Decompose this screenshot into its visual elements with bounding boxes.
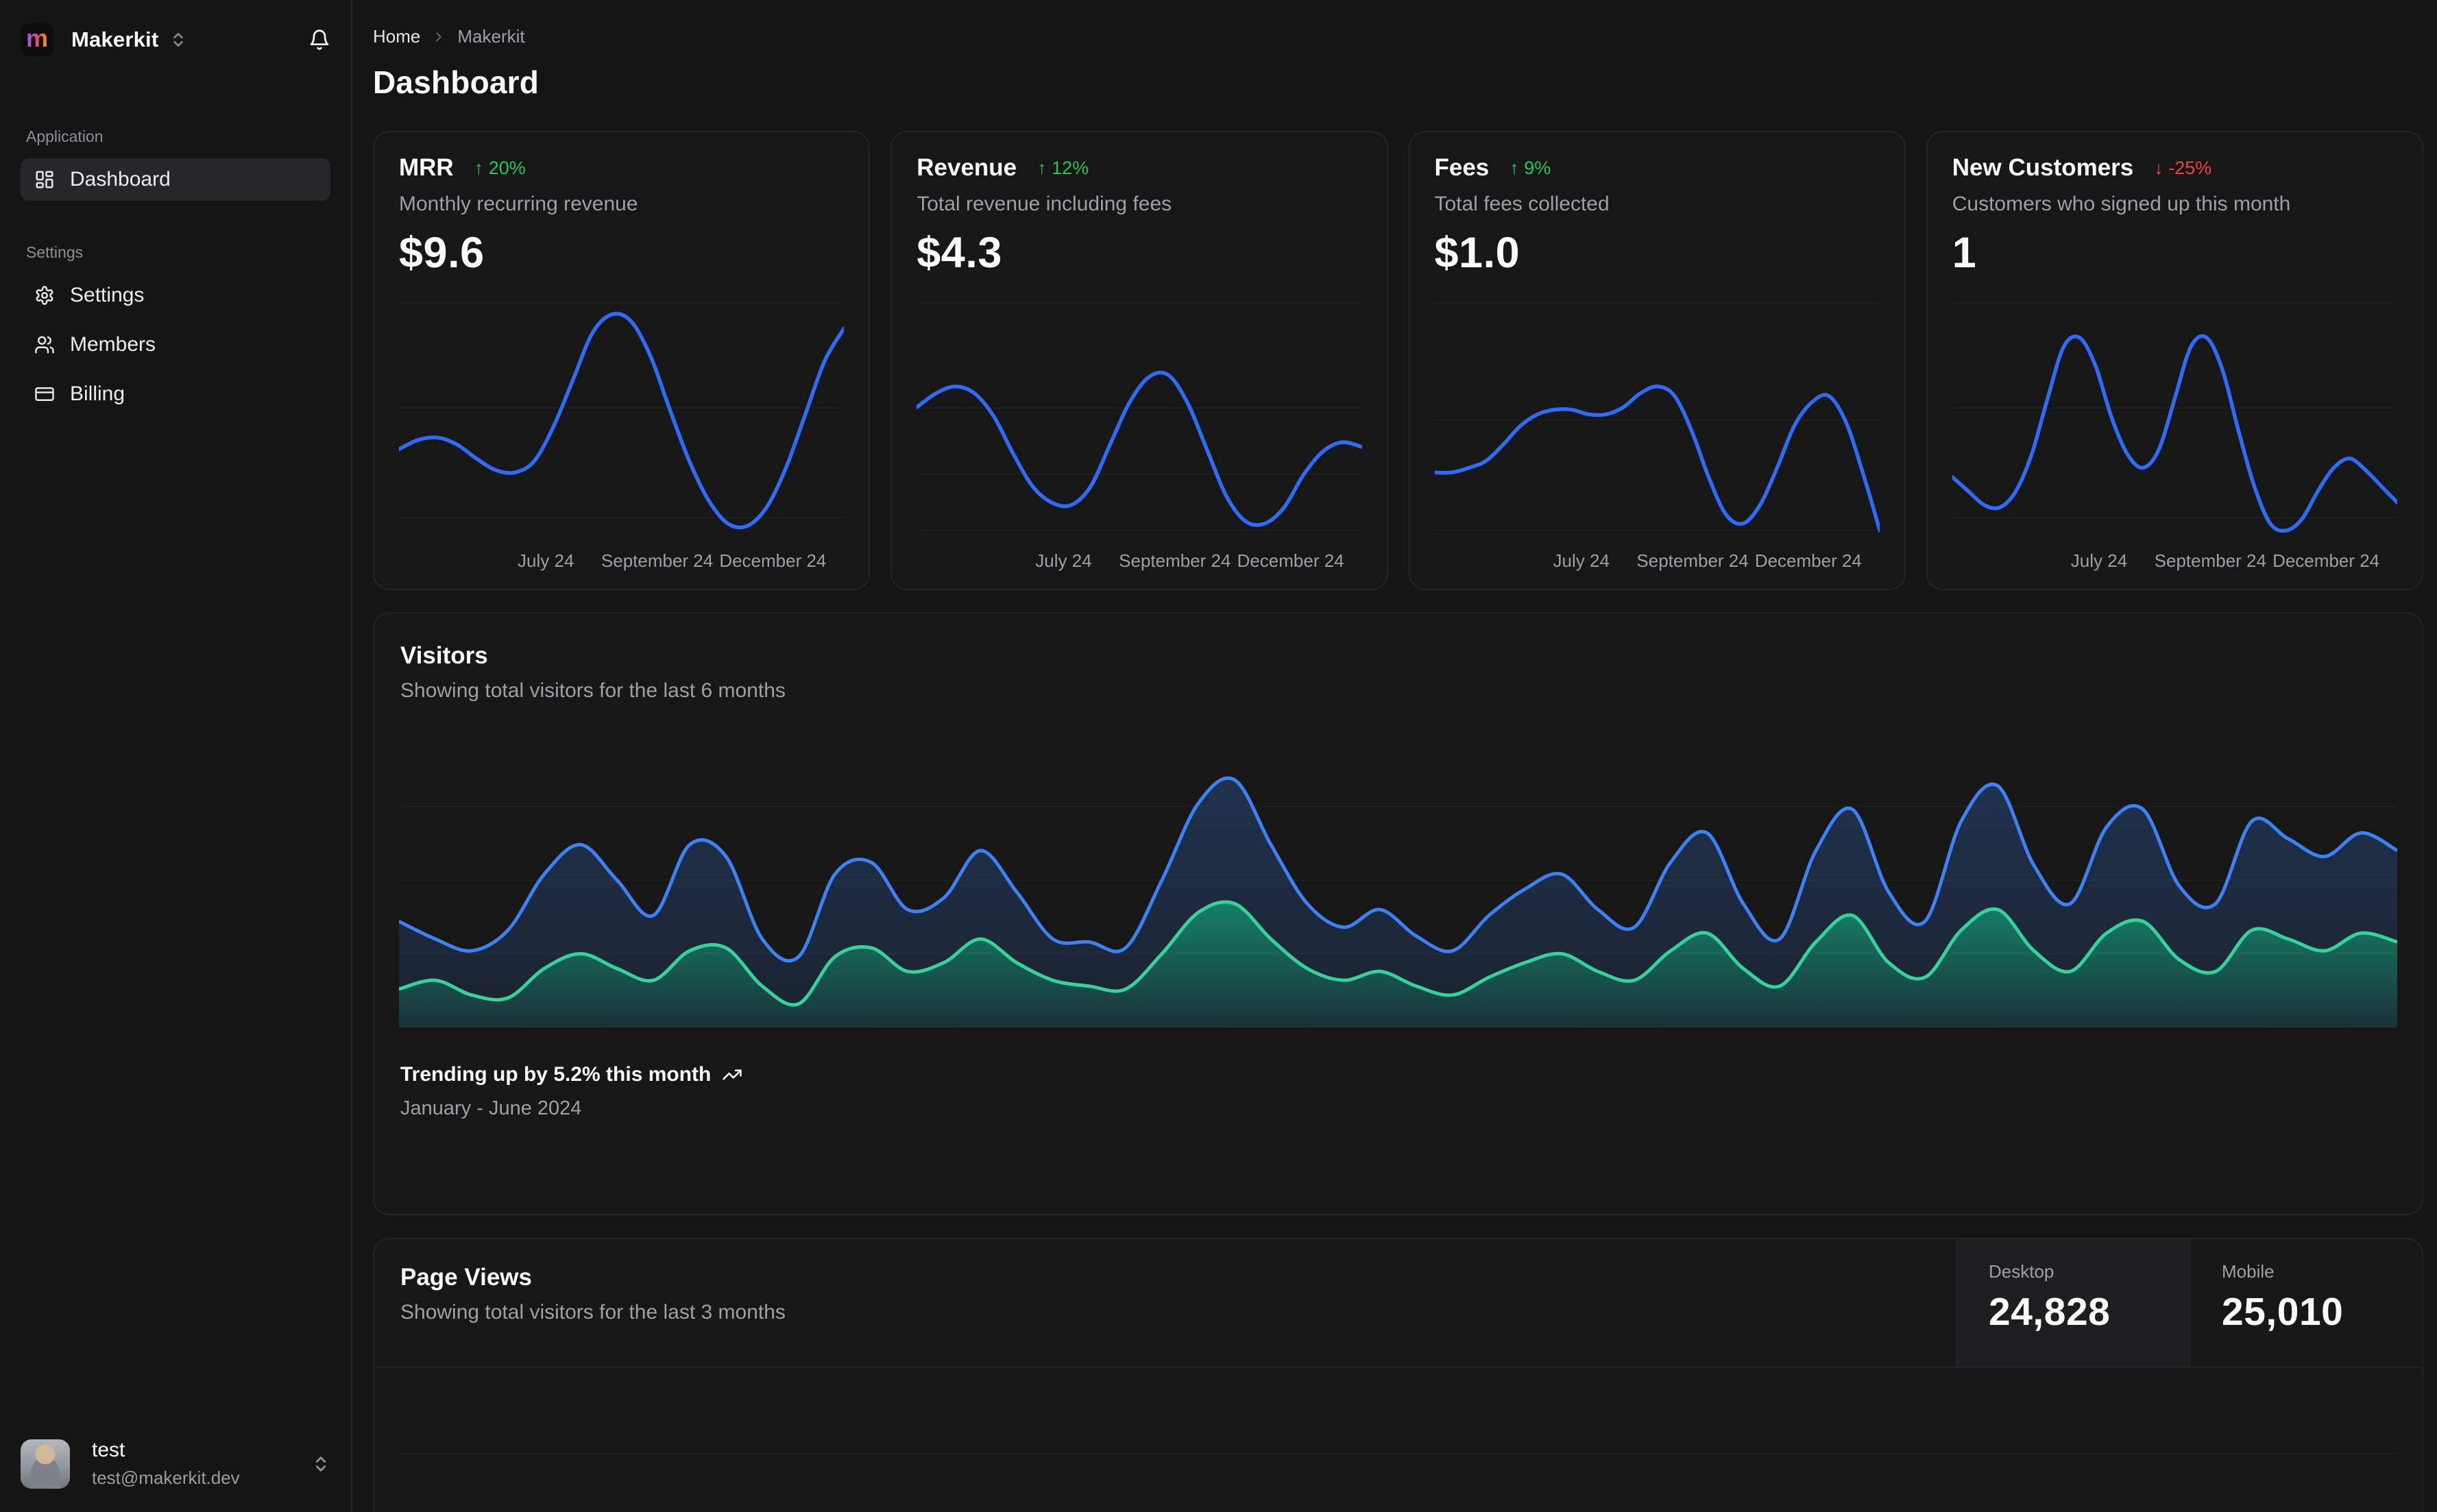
stat-value: $9.6: [399, 229, 485, 277]
visitors-title: Visitors: [400, 642, 488, 669]
x-tick: December 24: [1754, 550, 1862, 571]
user-name: test: [92, 1439, 125, 1461]
page-title: Dashboard: [373, 64, 539, 100]
stat-title: New Customers: [1952, 154, 2134, 181]
breadcrumb-home-link[interactable]: Home: [373, 26, 420, 47]
x-tick: July 24: [1553, 550, 1610, 571]
x-tick: September 24: [2154, 550, 2266, 571]
chevrons-up-down-icon: [311, 1454, 330, 1474]
x-tick: December 24: [719, 550, 827, 571]
chevrons-up-down-icon: [169, 31, 187, 49]
user-menu[interactable]: test test@makerkit.dev: [21, 1439, 330, 1489]
brand-logo: m: [21, 23, 53, 56]
user-avatar: [21, 1439, 70, 1489]
stat-card-revenue: Revenue ↑ 12% Total revenue including fe…: [890, 131, 1388, 590]
user-email: test@makerkit.dev: [92, 1467, 240, 1488]
revenue-sparkline-chart: [917, 298, 1361, 542]
x-tick: September 24: [1636, 550, 1749, 571]
visitors-trend-text: Trending up by 5.2% this month: [400, 1063, 712, 1086]
breadcrumb: Home Makerkit: [373, 26, 2423, 47]
toggle-mobile[interactable]: Mobile 25,010: [2189, 1239, 2422, 1367]
sparkline-x-axis: July 24 September 24 December 24: [1952, 546, 2397, 576]
stat-card-new-customers: New Customers ↓ -25% Customers who signe…: [1926, 131, 2423, 590]
toggle-value: 24,828: [1989, 1290, 2111, 1334]
stat-card-mrr: MRR ↑ 20% Monthly recurring revenue $9.6…: [373, 131, 871, 590]
visitors-area-chart: [399, 733, 2397, 1027]
stat-value: $1.0: [1434, 229, 1520, 277]
stat-title: MRR: [399, 154, 454, 181]
toggle-desktop[interactable]: Desktop 24,828: [1956, 1239, 2189, 1367]
visitors-card: Visitors Showing total visitors for the …: [373, 612, 2423, 1215]
sidebar-item-label: Dashboard: [70, 168, 171, 191]
nav-section-label-settings: Settings: [26, 243, 84, 261]
trend-badge: ↑ 9%: [1510, 157, 1551, 178]
stat-cards-row: MRR ↑ 20% Monthly recurring revenue $9.6…: [373, 131, 2423, 590]
sparkline-x-axis: July 24 September 24 December 24: [917, 546, 1361, 576]
toggle-value: 25,010: [2222, 1290, 2344, 1334]
sidebar: m Makerkit Application Dashboard Setting…: [0, 0, 352, 1512]
sidebar-item-dashboard[interactable]: Dashboard: [21, 158, 330, 201]
brand-logo-letter: m: [25, 24, 48, 52]
toggle-label: Mobile: [2222, 1261, 2275, 1282]
workspace-selector[interactable]: m Makerkit: [21, 21, 330, 59]
page-views-title: Page Views: [400, 1264, 532, 1291]
sidebar-item-settings[interactable]: Settings: [21, 274, 330, 317]
x-tick: September 24: [1119, 550, 1231, 571]
toggle-label: Desktop: [1989, 1261, 2054, 1282]
stat-title: Revenue: [917, 154, 1017, 181]
workspace-name: Makerkit: [71, 27, 159, 51]
users-icon: [34, 334, 55, 355]
visitors-date-range: January - June 2024: [400, 1097, 582, 1119]
trend-badge: ↑ 12%: [1037, 157, 1089, 178]
sparkline-x-axis: July 24 September 24 December 24: [399, 546, 844, 576]
nav-section-label-application: Application: [26, 127, 104, 145]
fees-sparkline-chart: [1435, 298, 1880, 542]
sidebar-item-label: Billing: [70, 382, 125, 405]
x-tick: July 24: [518, 550, 574, 571]
x-tick: December 24: [2272, 550, 2380, 571]
visitors-subtitle: Showing total visitors for the last 6 mo…: [400, 679, 786, 702]
page-views-subtitle: Showing total visitors for the last 3 mo…: [400, 1301, 786, 1324]
stat-subtitle: Total fees collected: [1434, 193, 1610, 215]
x-tick: September 24: [601, 550, 714, 571]
customers-sparkline-chart: [1952, 298, 2397, 542]
credit-card-icon: [34, 384, 55, 404]
mrr-sparkline-chart: [399, 298, 844, 542]
x-tick: July 24: [1035, 550, 1092, 571]
sparkline-x-axis: July 24 September 24 December 24: [1435, 546, 1880, 576]
stat-subtitle: Customers who signed up this month: [1952, 193, 2291, 215]
stat-card-fees: Fees ↑ 9% Total fees collected $1.0 July…: [1408, 131, 1906, 590]
sidebar-nav: Application Dashboard Settings Settings …: [21, 127, 330, 422]
sidebar-item-members[interactable]: Members: [21, 324, 330, 366]
sidebar-item-label: Settings: [70, 284, 145, 306]
sidebar-item-billing[interactable]: Billing: [21, 373, 330, 415]
trend-badge: ↓ -25%: [2154, 157, 2212, 178]
x-tick: December 24: [1237, 550, 1344, 571]
main-content: Home Makerkit Dashboard MRR ↑ 20% Monthl…: [352, 0, 2437, 1512]
chevron-right-icon: [431, 29, 446, 45]
stat-value: $4.3: [917, 229, 1002, 277]
stat-title: Fees: [1434, 154, 1490, 181]
gear-icon: [34, 285, 55, 306]
x-tick: July 24: [2070, 550, 2128, 571]
stat-value: 1: [1952, 229, 1977, 277]
dashboard-icon: [34, 169, 55, 190]
stat-subtitle: Monthly recurring revenue: [399, 193, 638, 215]
bell-icon[interactable]: [308, 29, 330, 51]
trend-badge: ↑ 20%: [474, 157, 526, 178]
sidebar-item-label: Members: [70, 333, 156, 356]
trending-up-icon: [722, 1064, 742, 1085]
page-views-card: Page Views Showing total visitors for th…: [373, 1238, 2423, 1512]
stat-subtitle: Total revenue including fees: [917, 193, 1172, 215]
page-views-bar-chart: [399, 1368, 2397, 1512]
breadcrumb-current[interactable]: Makerkit: [457, 26, 524, 47]
